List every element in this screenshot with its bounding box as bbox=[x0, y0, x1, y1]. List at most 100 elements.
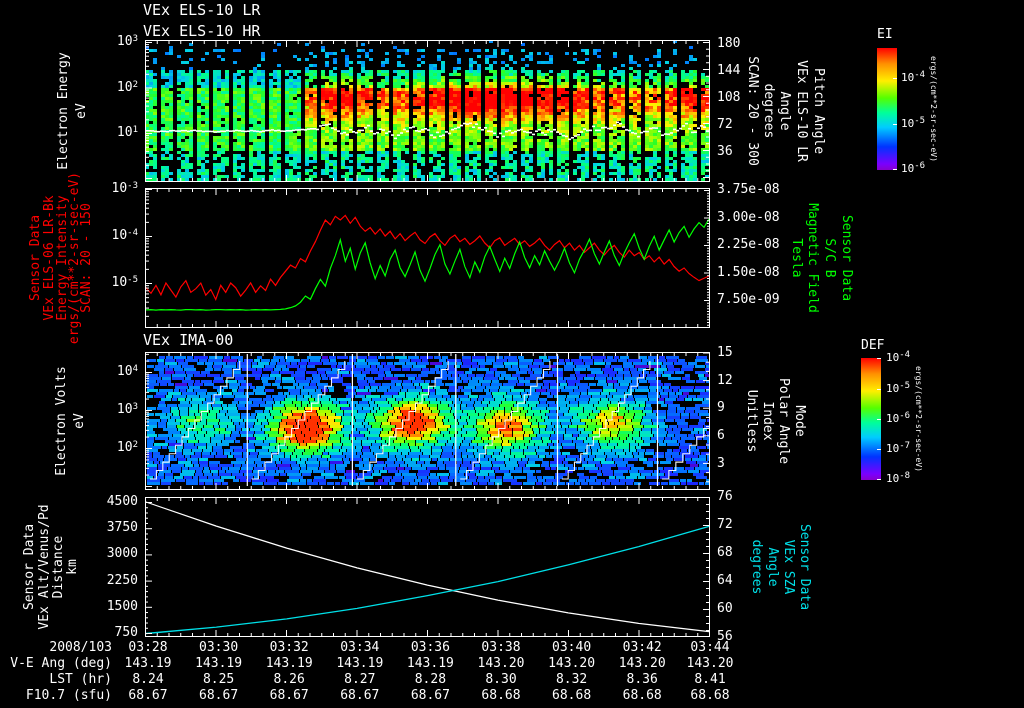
table-cell: 8.28 bbox=[414, 672, 447, 688]
altitude-sza-left-tick: 4500 bbox=[106, 494, 138, 510]
table-cell: 8.30 bbox=[485, 672, 517, 688]
table-row-label: F10.7 (sfu) bbox=[25, 688, 112, 704]
table-cell: 143.19 bbox=[265, 656, 313, 672]
colorbar1-tickmark bbox=[893, 78, 897, 79]
time-label: 03:42 bbox=[622, 640, 662, 656]
ima-spectrogram-canvas bbox=[145, 352, 710, 490]
table-row-label: V-E Ang (deg) bbox=[10, 656, 112, 672]
altitude-sza-left-axis-label: Sensor Data bbox=[22, 523, 38, 611]
altitude-sza-right-axis-label: VEx SZA bbox=[780, 539, 796, 595]
table-cell: 143.19 bbox=[336, 656, 384, 672]
time-label: 03:32 bbox=[269, 640, 309, 656]
table-row-label: 2008/103 bbox=[49, 640, 112, 656]
altitude-sza-right-tick: 72 bbox=[717, 517, 733, 533]
table-cell: 8.24 bbox=[132, 672, 164, 688]
altitude-sza-right-tick: 64 bbox=[717, 573, 733, 589]
table-cell: 8.41 bbox=[694, 672, 726, 688]
altitude-sza-left-tick: 750 bbox=[114, 625, 138, 641]
colorbar2-tick: 10-7 bbox=[886, 440, 911, 455]
table-cell: 143.20 bbox=[477, 656, 525, 672]
ima-spectrogram-left-tick: 103 bbox=[116, 402, 138, 418]
els-spectrogram-right-tick: 72 bbox=[717, 117, 733, 133]
els-intensity-bfield-left-tick: 10-4 bbox=[111, 228, 139, 244]
altitude-sza-right-tick: 60 bbox=[717, 601, 733, 617]
els-spectrogram-left-tick: 102 bbox=[116, 80, 138, 96]
table-cell: 68.67 bbox=[340, 688, 380, 704]
table-cell: 143.19 bbox=[124, 656, 172, 672]
ima-spectrogram-right-axis-label: Index bbox=[759, 401, 775, 441]
els-spectrogram-right-axis-label: Pitch Angle bbox=[810, 67, 826, 155]
els-spectrogram-right-axis-label: degrees bbox=[760, 83, 776, 139]
colorbar1-label: EI bbox=[877, 27, 893, 42]
table-cell: 143.20 bbox=[618, 656, 666, 672]
time-label: 03:44 bbox=[690, 640, 730, 656]
altitude-sza-line-canvas bbox=[145, 497, 710, 637]
colorbar2-tickmark bbox=[877, 449, 881, 450]
els-intensity-bfield-right-axis-label: Tesla bbox=[788, 238, 804, 278]
els-spectrogram-right-tick: 144 bbox=[717, 63, 741, 79]
table-cell: 8.25 bbox=[202, 672, 235, 688]
ima-spectrogram-right-tick: 9 bbox=[717, 400, 725, 416]
colorbar2-tick: 10-6 bbox=[886, 410, 911, 425]
els-spectrogram-right-tick: 108 bbox=[717, 90, 741, 106]
colorbar2-tick: 10-8 bbox=[886, 470, 911, 485]
table-cell: 68.67 bbox=[410, 688, 450, 704]
els-intensity-bfield-right-axis-label: Magnetic Field bbox=[804, 203, 820, 313]
els-spectrogram-right-axis-label: Angle bbox=[776, 91, 792, 131]
altitude-sza-left-tick: 3750 bbox=[106, 520, 138, 536]
ima-spectrogram-left-tick: 102 bbox=[116, 440, 138, 456]
panel3-title-ima00: VEx IMA-00 bbox=[143, 331, 234, 349]
table-cell: 143.19 bbox=[195, 656, 243, 672]
els-intensity-bfield-left-axis-label: Sensor Data bbox=[28, 214, 44, 302]
time-label: 03:30 bbox=[199, 640, 239, 656]
table-row-label: LST (hr) bbox=[49, 672, 112, 688]
altitude-sza-left-axis-label: km bbox=[65, 559, 81, 575]
ima-spectrogram-right-axis-label: Unitless bbox=[743, 389, 759, 453]
table-cell: 68.68 bbox=[481, 688, 521, 704]
ima-spectrogram-left-axis-label: eV bbox=[72, 413, 88, 429]
altitude-sza-left-tick: 2250 bbox=[106, 573, 138, 589]
ima-spectrogram-left-axis-label: Electron Volts bbox=[54, 366, 70, 476]
els-spectrogram-right-tick: 180 bbox=[717, 36, 741, 52]
els-spectrogram-right-tick: 36 bbox=[717, 144, 733, 160]
table-cell: 143.20 bbox=[686, 656, 734, 672]
colorbar1-tickmark bbox=[893, 124, 897, 125]
els-spectrogram-left-axis-label: eV bbox=[74, 103, 90, 119]
els-spectrogram-left-tick: 103 bbox=[116, 34, 138, 50]
colorbar2-tickmark bbox=[877, 389, 881, 390]
colorbar2-tick: 10-5 bbox=[886, 380, 911, 395]
intensity-bfield-line-canvas bbox=[145, 188, 710, 328]
table-cell: 68.67 bbox=[269, 688, 309, 704]
ima-spectrogram-right-tick: 3 bbox=[717, 456, 725, 472]
altitude-sza-left-tick: 3000 bbox=[106, 546, 138, 562]
altitude-sza-right-axis-label: Sensor Data bbox=[796, 523, 812, 611]
els-spectrogram-right-axis-label: VEx ELS-10 LR bbox=[793, 60, 809, 162]
table-cell: 143.19 bbox=[406, 656, 454, 672]
colorbar1-tick: 10-4 bbox=[901, 69, 926, 84]
colorbar1-units: ergs/(cm**2-sr-sec-eV) bbox=[929, 56, 939, 162]
vex-quicklook-screen: VEx ELS-10 LR VEx ELS-10 HR VEx IMA-00 E… bbox=[0, 0, 1024, 708]
altitude-sza-right-tick: 68 bbox=[717, 545, 733, 561]
els-intensity-bfield-right-axis-label: Sensor Data bbox=[838, 214, 854, 302]
ima-spectrogram-right-tick: 6 bbox=[717, 428, 725, 444]
els-spectrogram-canvas bbox=[145, 40, 710, 182]
colorbar2-tickmark bbox=[877, 479, 881, 480]
els-intensity-bfield-left-tick: 10-5 bbox=[111, 275, 139, 291]
els-intensity-bfield-left-tick: 10-3 bbox=[111, 181, 139, 197]
table-cell: 68.68 bbox=[552, 688, 592, 704]
ima-spectrogram-right-axis-label: Mode bbox=[791, 405, 807, 437]
table-cell: 8.27 bbox=[344, 672, 376, 688]
colorbar1-tick: 10-5 bbox=[901, 115, 926, 130]
els-intensity-bfield-right-axis-label: S/C B bbox=[821, 238, 837, 278]
els-spectrogram-right-axis-label: SCAN: 20 - 300 bbox=[744, 56, 760, 166]
els-intensity-bfield-right-tick: 7.50e-09 bbox=[717, 292, 780, 308]
colorbar2-tickmark bbox=[877, 358, 881, 359]
els-spectrogram-left-axis-label: Electron Energy bbox=[56, 52, 72, 170]
table-cell: 143.20 bbox=[548, 656, 596, 672]
els-intensity-bfield-right-tick: 2.25e-08 bbox=[717, 237, 780, 253]
time-label: 03:36 bbox=[410, 640, 450, 656]
els-intensity-bfield-left-axis-label: SCAN: 20 - 150 bbox=[79, 203, 95, 313]
colorbar2-label: DEF bbox=[861, 338, 885, 353]
colorbar-ei bbox=[877, 48, 897, 170]
altitude-sza-right-axis-label: Angle bbox=[764, 547, 780, 587]
